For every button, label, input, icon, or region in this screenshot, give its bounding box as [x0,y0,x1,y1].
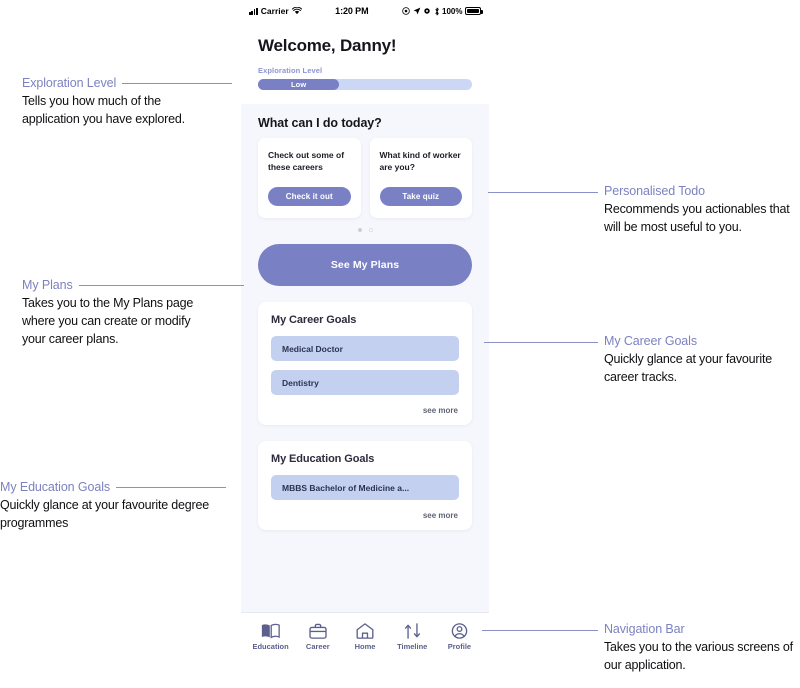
today-section-title: What can I do today? [258,116,382,130]
annotation-personalised-todo-title: Personalised Todo [604,184,705,198]
status-bar: Carrier 1:20 PM 100% [241,0,489,22]
exploration-level-section: Exploration Level Low [241,66,489,104]
see-my-plans-button[interactable]: See My Plans [258,244,472,286]
annotation-navigation-bar: Navigation Bar Takes you to the various … [604,622,794,674]
home-icon [356,623,374,639]
annotation-my-education-goals: My Education Goals Quickly glance at you… [0,480,250,532]
career-goals-card: My Career Goals Medical Doctor Dentistry… [258,302,472,425]
annotation-my-plans: My Plans Takes you to the My Plans page … [22,278,252,348]
nav-item-education[interactable]: Education [247,623,294,651]
annotation-my-career-goals-head: My Career Goals [604,334,794,348]
annotation-personalised-todo: Personalised Todo Recommends you actiona… [604,184,794,236]
todo-card-row: Check out some of these careers Check it… [241,138,489,218]
battery-percent-label: 100% [442,6,463,16]
todo-card[interactable]: Check out some of these careers Check it… [258,138,361,218]
exploration-progress-value: Low [291,80,307,89]
annotation-my-plans-body: Takes you to the My Plans page where you… [22,296,194,347]
education-goals-see-more-link[interactable]: see more [271,509,459,522]
annotation-leader-line [488,192,598,193]
screenshot-root: Carrier 1:20 PM 100% Welcome, Danny! Exp… [0,0,800,688]
annotation-navigation-bar-head: Navigation Bar [604,622,794,636]
page-title: Welcome, Danny! [258,36,397,55]
todo-card-text: Check out some of these careers [268,150,345,173]
annotation-my-career-goals-body: Quickly glance at your favourite career … [604,352,772,385]
annotation-leader-line [482,630,598,631]
todo-card-text: What kind of worker are you? [379,150,461,173]
take-quiz-button[interactable]: Take quiz [379,187,462,206]
career-goals-title: My Career Goals [271,314,357,326]
location-icon [402,7,410,15]
annotation-leader-line [116,486,227,488]
timeline-arrows-icon [404,623,420,639]
annotation-leader-line [484,342,598,343]
exploration-progress-fill: Low [258,79,340,90]
annotation-exploration-level-body: Tells you how much of the application yo… [22,94,185,127]
settings-gear-icon [424,8,430,14]
book-icon [261,623,280,639]
nav-label-home: Home [354,642,376,651]
annotation-exploration-level-head: Exploration Level [22,76,247,90]
briefcase-icon [309,623,327,639]
nav-label-education: Education [252,642,289,651]
status-bar-right: 100% [402,6,483,16]
carrier-label: Carrier [260,6,289,16]
check-it-out-button[interactable]: Check it out [268,187,351,206]
annotation-leader-line [122,82,233,84]
career-goal-item[interactable]: Dentistry [271,370,459,395]
status-bar-time: 1:20 PM [335,6,369,16]
annotation-exploration-level-title: Exploration Level [22,76,117,90]
annotation-my-education-goals-title: My Education Goals [0,480,111,494]
annotation-my-plans-head: My Plans [22,278,252,292]
education-goals-card: My Education Goals MBBS Bachelor of Medi… [258,441,472,530]
nav-label-profile: Profile [447,642,472,651]
bluetooth-icon [434,7,439,15]
pagination-dot-active[interactable] [357,228,362,232]
education-goal-item[interactable]: MBBS Bachelor of Medicine a... [271,475,459,500]
annotation-personalised-todo-body: Recommends you actionables that will be … [604,202,790,235]
pagination-dot[interactable] [368,228,373,232]
see-my-plans-section: See My Plans [241,244,489,286]
signal-icon [249,7,258,15]
nav-item-career[interactable]: Career [294,623,341,651]
phone-mockup: Carrier 1:20 PM 100% Welcome, Danny! Exp… [241,0,489,660]
nav-item-profile[interactable]: Profile [436,623,483,651]
career-goal-item[interactable]: Medical Doctor [271,336,459,361]
phone-screen-body: Welcome, Danny! Exploration Level Low Wh… [241,22,489,612]
nav-label-career: Career [305,642,330,651]
bottom-navigation-bar: Education Career Home Timeline Profile [241,612,489,660]
wifi-icon [291,7,302,15]
profile-person-icon [451,623,468,639]
nav-item-timeline[interactable]: Timeline [389,623,436,651]
exploration-progress-bar: Low [258,79,472,90]
welcome-header: Welcome, Danny! [241,22,489,66]
battery-icon [465,7,483,15]
nav-item-home[interactable]: Home [341,623,388,651]
carousel-pagination[interactable] [241,218,489,244]
annotation-exploration-level: Exploration Level Tells you how much of … [22,76,247,128]
career-goals-see-more-link[interactable]: see more [271,404,459,417]
annotation-personalised-todo-head: Personalised Todo [604,184,794,198]
annotation-my-career-goals: My Career Goals Quickly glance at your f… [604,334,794,386]
annotation-my-career-goals-title: My Career Goals [604,334,697,348]
annotation-navigation-bar-title: Navigation Bar [604,622,685,636]
annotation-my-education-goals-head: My Education Goals [0,480,250,494]
annotation-navigation-bar-body: Takes you to the various screens of our … [604,640,793,673]
navigation-arrow-icon [413,7,420,15]
nav-label-timeline: Timeline [397,642,428,651]
todo-card[interactable]: What kind of worker are you? Take quiz [369,138,472,218]
exploration-level-label: Exploration Level [258,66,323,75]
annotation-my-plans-title: My Plans [22,278,73,292]
annotation-my-education-goals-body: Quickly glance at your favourite degree … [0,498,209,531]
annotation-leader-line [78,284,244,286]
education-goals-title: My Education Goals [271,453,375,465]
status-bar-left: Carrier [249,6,302,16]
